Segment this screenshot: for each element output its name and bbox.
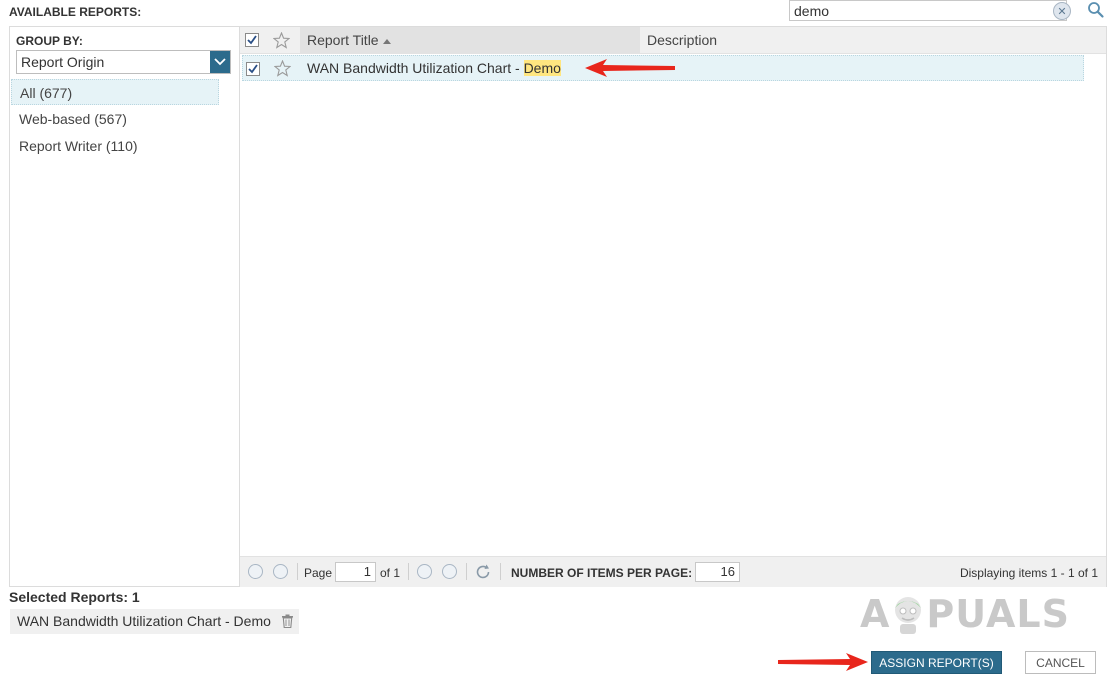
column-report-title[interactable]: Report Title bbox=[300, 27, 640, 54]
pager-divider bbox=[500, 563, 501, 580]
first-page-icon[interactable] bbox=[248, 564, 263, 579]
logo-text-left: A bbox=[860, 592, 891, 636]
star-icon[interactable] bbox=[273, 32, 290, 49]
available-reports-heading: AVAILABLE REPORTS: bbox=[9, 5, 142, 19]
group-item-web-based[interactable]: Web-based (567) bbox=[11, 106, 219, 132]
row-checkbox[interactable] bbox=[246, 62, 260, 76]
next-page-icon[interactable] bbox=[417, 564, 432, 579]
sort-ascending-icon bbox=[382, 38, 391, 44]
items-per-page-label: NUMBER OF ITEMS PER PAGE: bbox=[511, 566, 693, 580]
grid-header: Report Title Description bbox=[240, 27, 1106, 54]
group-by-select[interactable]: Report Origin bbox=[16, 50, 231, 74]
selected-report-label: WAN Bandwidth Utilization Chart - Demo bbox=[17, 613, 271, 629]
selected-report-chip: WAN Bandwidth Utilization Chart - Demo bbox=[10, 609, 299, 634]
logo-text-right: PUALS bbox=[926, 592, 1070, 636]
selected-reports-label: Selected Reports: 1 bbox=[9, 589, 140, 605]
pager-divider bbox=[466, 563, 467, 580]
column-description[interactable]: Description bbox=[647, 27, 717, 54]
search-highlight: Demo bbox=[523, 60, 561, 76]
red-arrow-annotation bbox=[585, 59, 675, 77]
page-input[interactable]: 1 bbox=[335, 562, 376, 582]
page-label: Page bbox=[304, 566, 333, 580]
refresh-icon[interactable] bbox=[474, 563, 492, 581]
pager-divider bbox=[297, 563, 298, 580]
pager-divider bbox=[408, 563, 409, 580]
search-icon[interactable] bbox=[1087, 1, 1105, 19]
clear-icon[interactable]: ✕ bbox=[1053, 2, 1071, 20]
last-page-icon[interactable] bbox=[442, 564, 457, 579]
red-arrow-annotation bbox=[778, 653, 868, 671]
search-box[interactable]: ✕ bbox=[789, 0, 1071, 21]
column-report-title-label: Report Title bbox=[307, 32, 379, 48]
assign-reports-button[interactable]: ASSIGN REPORT(S) bbox=[871, 651, 1002, 674]
pager: Page 1 of 1 NUMBER OF ITEMS PER PAGE: 16… bbox=[240, 556, 1106, 587]
group-by-label: GROUP BY: bbox=[16, 34, 83, 48]
cancel-button[interactable]: CANCEL bbox=[1025, 651, 1096, 674]
previous-page-icon[interactable] bbox=[273, 564, 288, 579]
row-title-text: WAN Bandwidth Utilization Chart - bbox=[307, 60, 524, 76]
display-count: Displaying items 1 - 1 of 1 bbox=[959, 566, 1098, 580]
row-report-title[interactable]: WAN Bandwidth Utilization Chart - Demo bbox=[307, 56, 561, 81]
group-by-value: Report Origin bbox=[21, 54, 105, 70]
reports-grid: Report Title Description WAN Bandwidth U… bbox=[240, 26, 1107, 587]
items-per-page-input[interactable]: 16 bbox=[695, 562, 740, 582]
group-item-all[interactable]: All (677) bbox=[11, 79, 219, 105]
appuals-logo: A PUALS bbox=[860, 592, 1070, 636]
search-input[interactable] bbox=[790, 1, 1040, 20]
page-total: of 1 bbox=[380, 566, 401, 580]
chevron-down-icon[interactable] bbox=[210, 51, 230, 73]
trash-icon[interactable] bbox=[281, 614, 294, 628]
group-by-panel: GROUP BY: Report Origin All (677) Web-ba… bbox=[9, 26, 240, 587]
logo-mascot-icon bbox=[895, 597, 922, 634]
select-all-checkbox[interactable] bbox=[245, 33, 259, 47]
group-item-report-writer[interactable]: Report Writer (110) bbox=[11, 133, 219, 159]
star-icon[interactable] bbox=[274, 60, 291, 77]
